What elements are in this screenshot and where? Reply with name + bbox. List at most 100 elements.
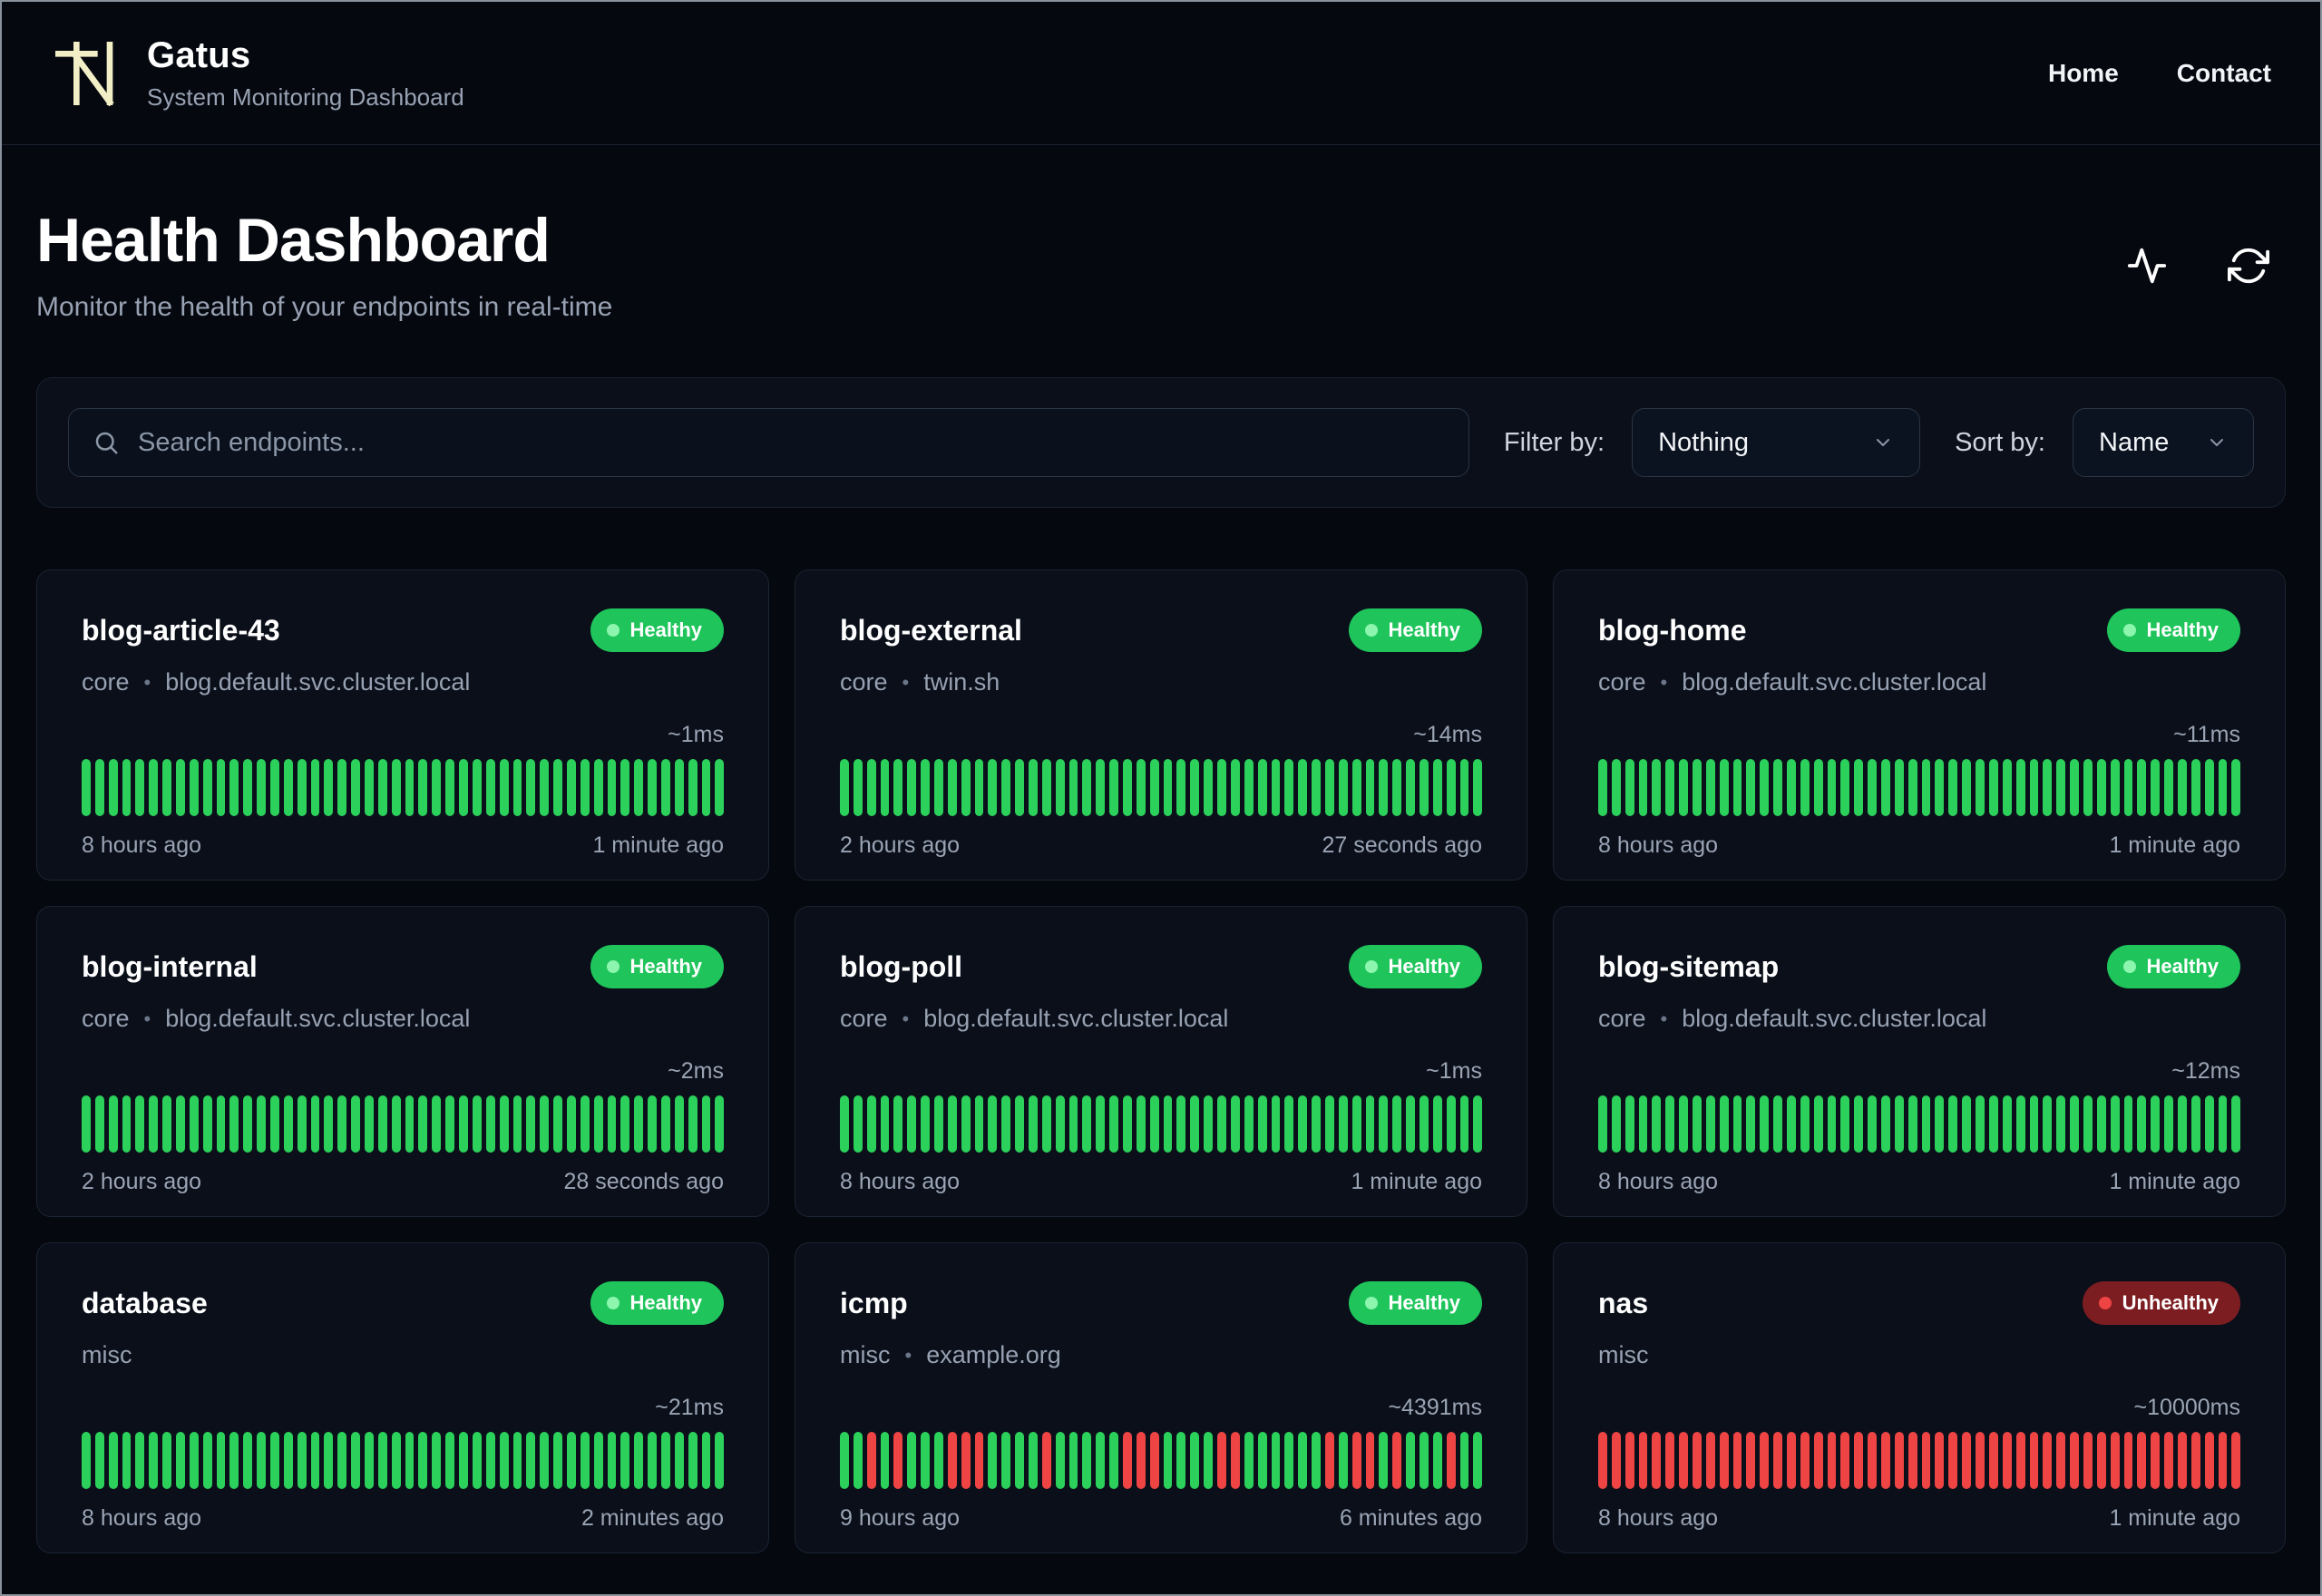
latency-bar[interactable] — [445, 1432, 455, 1489]
latency-bar[interactable] — [1055, 1095, 1065, 1153]
latency-bar[interactable] — [2151, 1432, 2161, 1489]
latency-bar[interactable] — [1746, 759, 1756, 816]
latency-bar[interactable] — [82, 1095, 91, 1153]
latency-bar[interactable] — [1868, 759, 1878, 816]
latency-bar[interactable] — [607, 759, 617, 816]
latency-bar[interactable] — [2029, 759, 2039, 816]
latency-bar[interactable] — [405, 1095, 415, 1153]
latency-bar[interactable] — [1123, 1095, 1132, 1153]
latency-bar[interactable] — [947, 1432, 957, 1489]
latency-bar[interactable] — [893, 1432, 903, 1489]
latency-bar[interactable] — [1351, 1432, 1361, 1489]
latency-bar[interactable] — [1935, 759, 1945, 816]
latency-bar[interactable] — [974, 1095, 984, 1153]
latency-bar[interactable] — [1827, 759, 1837, 816]
latency-bar[interactable] — [1679, 1432, 1689, 1489]
latency-bar[interactable] — [1204, 1432, 1214, 1489]
latency-bar[interactable] — [337, 1095, 347, 1153]
latency-bar[interactable] — [1082, 1095, 1092, 1153]
latency-bar[interactable] — [499, 1432, 509, 1489]
latency-bar[interactable] — [866, 1432, 876, 1489]
latency-bar[interactable] — [1136, 1432, 1146, 1489]
latency-bar[interactable] — [270, 1095, 279, 1153]
latency-bar[interactable] — [229, 1432, 239, 1489]
latency-bar[interactable] — [1041, 759, 1051, 816]
latency-bar[interactable] — [2002, 1095, 2012, 1153]
latency-bar[interactable] — [1029, 1432, 1038, 1489]
latency-bar[interactable] — [108, 759, 118, 816]
latency-bar[interactable] — [1446, 1095, 1456, 1153]
latency-bar[interactable] — [840, 1095, 849, 1153]
latency-bar[interactable] — [1298, 759, 1308, 816]
latency-bar[interactable] — [377, 1432, 387, 1489]
latency-bar[interactable] — [1976, 1432, 1985, 1489]
latency-bar[interactable] — [202, 1432, 212, 1489]
latency-bar[interactable] — [243, 759, 253, 816]
latency-bar[interactable] — [2231, 1095, 2241, 1153]
latency-bar[interactable] — [1406, 1432, 1415, 1489]
latency-bar[interactable] — [620, 759, 630, 816]
latency-bar[interactable] — [108, 1095, 118, 1153]
latency-bar[interactable] — [337, 759, 347, 816]
latency-bar[interactable] — [2231, 759, 2241, 816]
latency-bar[interactable] — [1787, 1432, 1796, 1489]
latency-bar[interactable] — [1652, 1432, 1662, 1489]
latency-bar[interactable] — [1271, 1095, 1281, 1153]
latency-bar[interactable] — [1419, 1095, 1429, 1153]
latency-bar[interactable] — [1854, 1432, 1864, 1489]
endpoint-card[interactable]: icmp Healthy misc • example.org ~4391ms … — [795, 1242, 1527, 1553]
latency-bar[interactable] — [607, 1095, 617, 1153]
latency-bar[interactable] — [580, 759, 590, 816]
latency-bar[interactable] — [607, 1432, 617, 1489]
latency-bar[interactable] — [2002, 759, 2012, 816]
latency-bar[interactable] — [418, 759, 428, 816]
latency-bar[interactable] — [1015, 759, 1025, 816]
latency-bar[interactable] — [1921, 1095, 1931, 1153]
latency-bar[interactable] — [634, 759, 644, 816]
endpoint-card[interactable]: blog-article-43 Healthy core • blog.defa… — [36, 569, 769, 881]
latency-bar[interactable] — [1868, 1432, 1878, 1489]
latency-bar[interactable] — [1096, 759, 1106, 816]
latency-bar[interactable] — [866, 1095, 876, 1153]
latency-bar[interactable] — [1611, 759, 1621, 816]
latency-bar[interactable] — [634, 1095, 644, 1153]
endpoint-card[interactable]: blog-external Healthy core • twin.sh ~14… — [795, 569, 1527, 881]
latency-bar[interactable] — [1598, 1432, 1607, 1489]
latency-bar[interactable] — [1679, 759, 1689, 816]
latency-bar[interactable] — [1988, 1095, 1998, 1153]
latency-bar[interactable] — [459, 1432, 468, 1489]
latency-bar[interactable] — [1988, 759, 1998, 816]
latency-bar[interactable] — [2218, 759, 2228, 816]
latency-bar[interactable] — [2015, 1432, 2025, 1489]
latency-bar[interactable] — [1419, 1432, 1429, 1489]
latency-bar[interactable] — [1338, 1432, 1348, 1489]
latency-bar[interactable] — [1149, 1432, 1159, 1489]
latency-bar[interactable] — [2123, 1432, 2133, 1489]
latency-bar[interactable] — [2015, 759, 2025, 816]
latency-bar[interactable] — [1907, 1095, 1917, 1153]
latency-bar[interactable] — [934, 1095, 943, 1153]
latency-bar[interactable] — [907, 1432, 917, 1489]
latency-bar[interactable] — [1379, 759, 1389, 816]
latency-bar[interactable] — [1217, 1095, 1226, 1153]
latency-bar[interactable] — [257, 1432, 267, 1489]
latency-bar[interactable] — [1082, 1432, 1092, 1489]
latency-bar[interactable] — [526, 1432, 536, 1489]
latency-bar[interactable] — [365, 1432, 374, 1489]
latency-bar[interactable] — [1176, 759, 1186, 816]
latency-bar[interactable] — [1068, 759, 1078, 816]
latency-bar[interactable] — [1800, 1095, 1810, 1153]
latency-bar[interactable] — [1746, 1095, 1756, 1153]
latency-bar[interactable] — [988, 1095, 998, 1153]
latency-bar[interactable] — [1881, 1095, 1890, 1153]
latency-bar[interactable] — [1365, 1432, 1375, 1489]
latency-bar[interactable] — [432, 759, 442, 816]
latency-bar[interactable] — [485, 759, 495, 816]
latency-bar[interactable] — [2177, 1095, 2187, 1153]
latency-bar[interactable] — [324, 1432, 334, 1489]
latency-bar[interactable] — [82, 759, 91, 816]
latency-bar[interactable] — [1446, 1432, 1456, 1489]
latency-bar[interactable] — [2070, 1432, 2079, 1489]
latency-bar[interactable] — [593, 1432, 603, 1489]
latency-bar[interactable] — [1935, 1095, 1945, 1153]
